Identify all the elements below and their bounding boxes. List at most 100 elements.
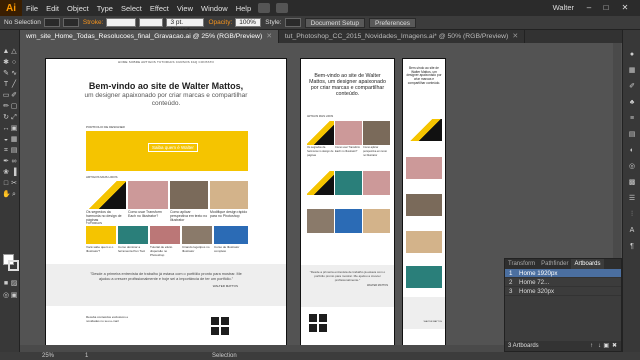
paragraph-panel-icon[interactable]: ¶ (627, 242, 637, 251)
tutorial-image[interactable] (335, 209, 362, 233)
tutorial-image[interactable] (307, 171, 334, 195)
menu-help[interactable]: Help (232, 4, 255, 13)
brush-definition-field[interactable]: 3 pt. Round (166, 18, 205, 34)
tab-transform[interactable]: Transform (505, 259, 538, 269)
social-icon[interactable] (211, 327, 219, 335)
artboard-mobile[interactable]: Bem-vindo ao site de Walter Mattos, um d… (402, 58, 446, 350)
new-artboard-icon[interactable]: ▣ (603, 341, 609, 351)
tutorial-image[interactable] (182, 226, 212, 244)
tutorial-title[interactable]: Curso de Illustrator completo (214, 245, 248, 253)
tutorial-title[interactable]: Tutorial de efeito dispersão no Photosho… (150, 245, 180, 257)
artboard-tablet[interactable]: Bem-vindo ao site de Walter Mattos, um d… (300, 58, 395, 350)
scale-tool-icon[interactable]: ⤢ (10, 114, 18, 122)
stroke-weight-field[interactable] (106, 18, 137, 27)
rectangle-tool-icon[interactable]: ▭ (2, 92, 10, 100)
social-icon[interactable] (319, 324, 327, 332)
card-image[interactable] (406, 266, 442, 288)
bridge-icon[interactable] (258, 3, 271, 13)
card-image[interactable] (128, 181, 168, 209)
card-image[interactable] (406, 157, 442, 179)
blend-tool-icon[interactable]: ∞ (10, 158, 18, 166)
eyedropper-tool-icon[interactable]: ✒ (2, 158, 10, 166)
artboard-name[interactable]: Home 320px (519, 288, 554, 295)
card-image[interactable] (210, 181, 248, 209)
hero-banner[interactable]: Saiba quem é Walter (86, 131, 248, 171)
menu-view[interactable]: View (173, 4, 197, 13)
tutorial-image[interactable] (363, 171, 390, 195)
shape-builder-tool-icon[interactable]: ◒ (2, 136, 10, 144)
color-panel-icon[interactable]: ● (627, 50, 637, 59)
appearance-panel-icon[interactable]: ◎ (627, 162, 637, 171)
menu-effect[interactable]: Effect (146, 4, 173, 13)
tutorial-image[interactable] (150, 226, 180, 244)
opacity-field[interactable]: 100% (235, 18, 262, 27)
symbols-panel-icon[interactable]: ♣ (627, 98, 637, 107)
line-tool-icon[interactable]: ╱ (10, 81, 18, 89)
gradient-panel-icon[interactable]: ▤ (627, 130, 637, 139)
eraser-tool-icon[interactable]: ▢ (10, 103, 18, 111)
selection-tool-icon[interactable]: ▲ (2, 48, 10, 56)
card-image[interactable] (363, 121, 390, 145)
minimize-icon[interactable]: – (583, 2, 595, 13)
pen-tool-icon[interactable]: ✎ (2, 70, 10, 78)
delete-icon[interactable]: ✖ (612, 341, 617, 351)
social-icon[interactable] (319, 314, 327, 322)
hand-tool-icon[interactable]: ✋ (2, 191, 11, 199)
preferences-button[interactable]: Preferences (368, 17, 417, 28)
stroke-color-icon[interactable] (8, 260, 19, 271)
direct-selection-tool-icon[interactable]: △ (10, 48, 18, 56)
zoom-level[interactable]: 25% (42, 352, 54, 360)
fill-swatch[interactable] (43, 18, 60, 27)
opacity-label[interactable]: Opacity: (208, 19, 232, 26)
artboard-name[interactable]: Home 1920px (519, 270, 558, 277)
menu-object[interactable]: Object (63, 4, 93, 13)
screen-mode-icon[interactable]: ▣ (10, 292, 18, 300)
gradient-tool-icon[interactable]: ▤ (10, 147, 18, 155)
graphic-styles-panel-icon[interactable]: ▩ (627, 178, 637, 187)
rotate-tool-icon[interactable]: ↻ (2, 114, 10, 122)
layers-panel-icon[interactable]: ☰ (627, 194, 637, 203)
social-icon[interactable] (211, 317, 219, 325)
slice-tool-icon[interactable]: ✂ (10, 180, 18, 188)
card-title[interactable]: Como aplicar perspectiva em texto no Ill… (363, 146, 390, 158)
artboard-row[interactable]: 2 Home 72... (505, 278, 621, 287)
tutorial-image[interactable] (363, 209, 390, 233)
social-icon[interactable] (221, 327, 229, 335)
type-tool-icon[interactable]: T (2, 81, 10, 89)
symbol-sprayer-tool-icon[interactable]: ❀ (2, 169, 10, 177)
arrange-documents-icon[interactable] (276, 3, 289, 13)
tab-pathfinder[interactable]: Pathfinder (538, 259, 571, 269)
tab-tut-photoshop[interactable]: tut_Photoshop_CC_2015_Novidades_Imagens.… (279, 30, 526, 43)
card-image[interactable] (406, 119, 442, 141)
lasso-tool-icon[interactable]: ○ (10, 59, 18, 67)
artboard-row[interactable]: 1 Home 1920px (505, 269, 621, 278)
artboard-name[interactable]: Home 72... (519, 279, 549, 286)
card-title[interactable]: Modifique design rápido para no Photosho… (210, 210, 248, 218)
card-image[interactable] (307, 121, 334, 145)
zoom-tool-icon[interactable]: ⌕ (10, 191, 18, 199)
tutorial-title[interactable]: Como dominar a ferramenta Pen Tool (118, 245, 148, 253)
tutorial-image[interactable] (86, 226, 116, 244)
card-title[interactable]: Como aplicar perspectiva em texto no Ill… (170, 210, 208, 222)
mesh-tool-icon[interactable]: ⌗ (2, 147, 10, 155)
card-title[interactable]: Como usar Transform Each no Illustrator? (335, 146, 362, 154)
curvature-tool-icon[interactable]: ∿ (10, 70, 18, 78)
card-image[interactable] (86, 181, 126, 209)
stroke-swatch[interactable] (62, 18, 79, 27)
user-name[interactable]: Walter (553, 3, 574, 12)
social-icon[interactable] (221, 317, 229, 325)
card-image[interactable] (406, 194, 442, 216)
paintbrush-tool-icon[interactable]: ✐ (10, 92, 18, 100)
banner-button[interactable]: Saiba quem é Walter (148, 143, 198, 152)
tutorial-image[interactable] (335, 171, 362, 195)
character-panel-icon[interactable]: A (627, 226, 637, 235)
align-panel-icon[interactable]: ⫶ (627, 210, 637, 219)
artboard-row[interactable]: 3 Home 320px (505, 287, 621, 296)
close-icon[interactable]: ✕ (619, 2, 631, 13)
stroke-panel-icon[interactable]: ≡ (627, 114, 637, 123)
menu-edit[interactable]: Edit (42, 4, 63, 13)
maximize-icon[interactable]: □ (600, 2, 612, 13)
transparency-panel-icon[interactable]: ◐ (627, 146, 637, 155)
move-down-icon[interactable]: ↓ (598, 341, 601, 351)
card-image[interactable] (170, 181, 208, 209)
